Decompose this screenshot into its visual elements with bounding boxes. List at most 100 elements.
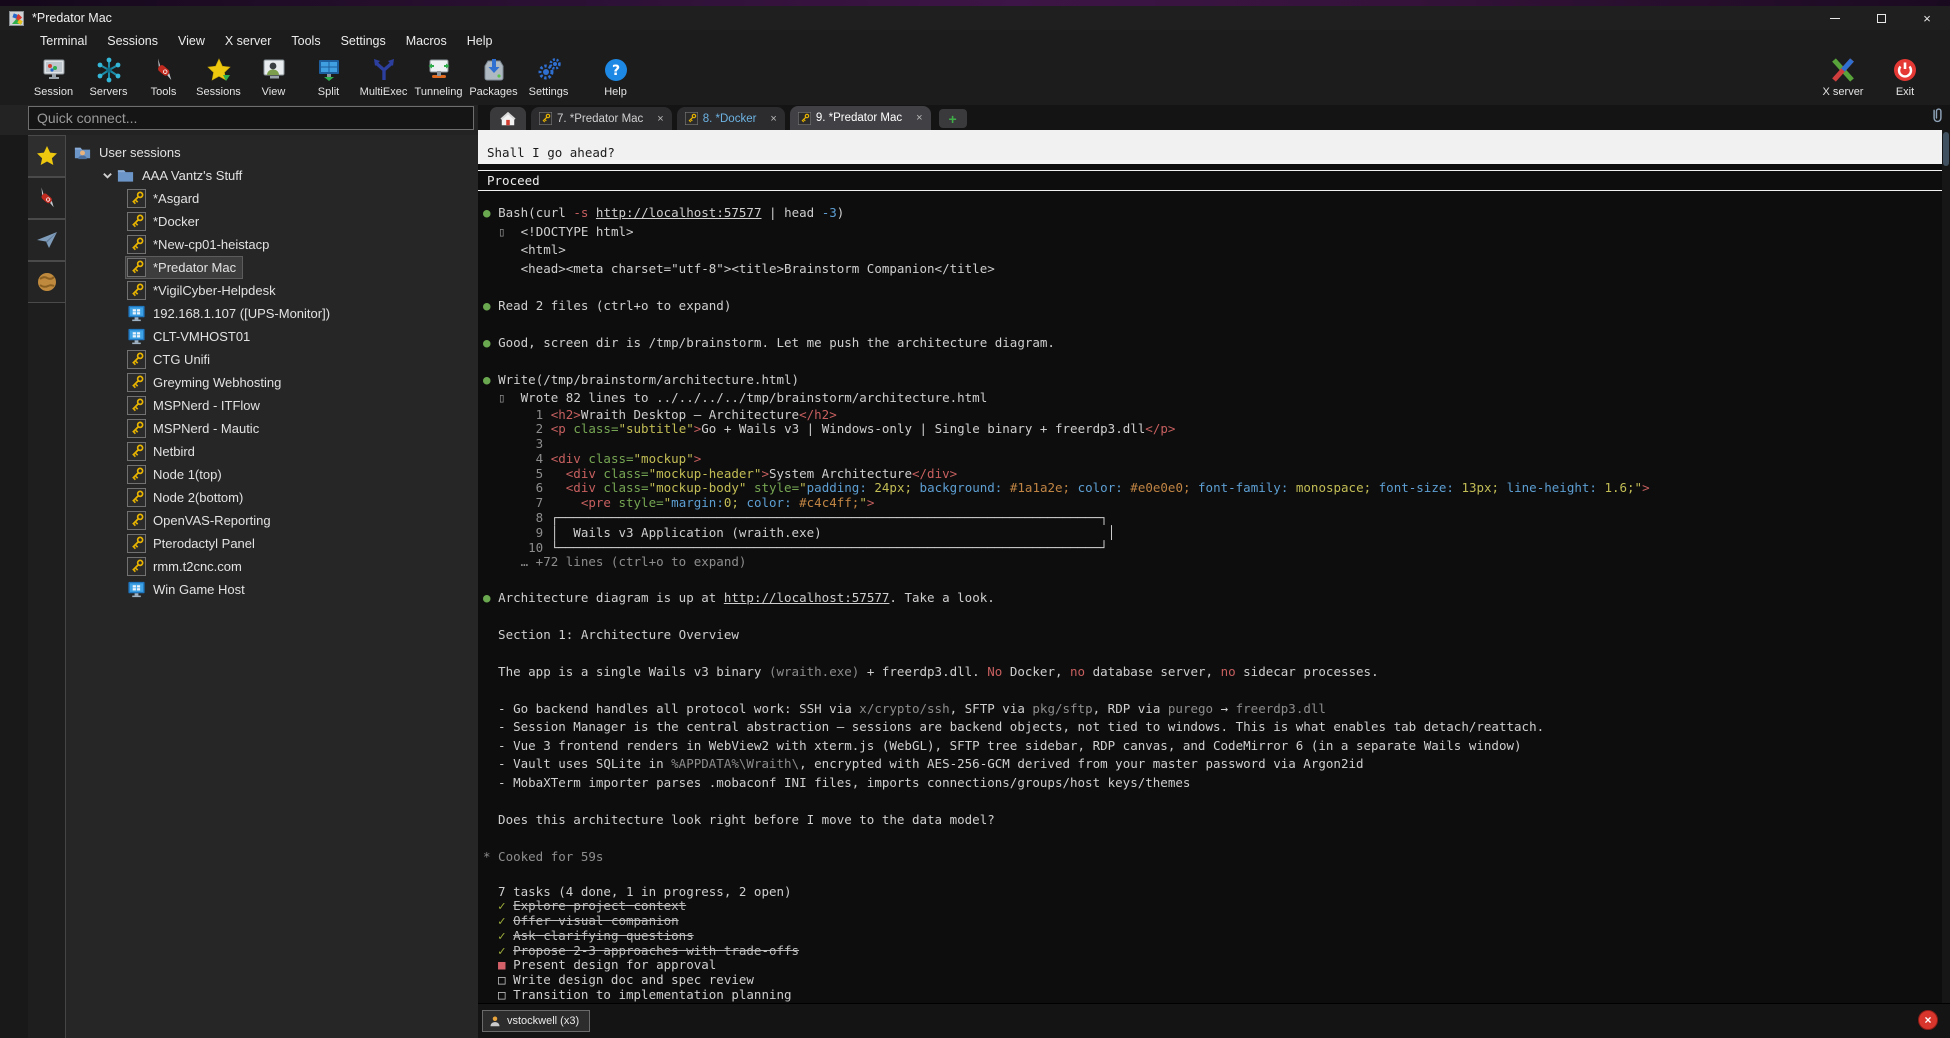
terminal-line: ● Read 2 files (ctrl+o to expand) xyxy=(483,297,1942,316)
menu-item-sessions[interactable]: Sessions xyxy=(97,32,168,50)
tab-close-icon[interactable]: × xyxy=(916,112,922,124)
menu-item-terminal[interactable]: Terminal xyxy=(30,32,97,50)
minimize-button[interactable] xyxy=(1812,6,1858,30)
settings-gears-icon xyxy=(535,56,562,83)
key-icon xyxy=(127,511,146,530)
tree-item-mspnerd-itflow[interactable]: MSPNerd - ITFlow xyxy=(66,394,478,417)
menu-item-macros[interactable]: Macros xyxy=(396,32,457,50)
tree-item-netbird[interactable]: Netbird xyxy=(66,440,478,463)
tree-item-label: *New-cp01-heistacp xyxy=(153,237,269,252)
toolbar-exit-button[interactable]: Exit xyxy=(1874,51,1936,98)
toolbar-session-button[interactable]: Session xyxy=(26,51,81,98)
home-tab[interactable] xyxy=(490,107,526,130)
toolbar-multiexec-button[interactable]: MultiExec xyxy=(356,51,411,98)
toolbar-label: Tools xyxy=(151,86,177,98)
terminal-line: ● Write(/tmp/brainstorm/architecture.htm… xyxy=(483,371,1942,390)
menu-item-settings[interactable]: Settings xyxy=(331,32,396,50)
toolbar-split-button[interactable]: Split xyxy=(301,51,356,98)
toolbar-label: Settings xyxy=(529,86,569,98)
tree-item-content: Netbird xyxy=(126,441,201,462)
toolbar-sessions-button[interactable]: Sessions xyxy=(191,51,246,98)
app-logo-icon xyxy=(9,11,24,26)
menu-item-help[interactable]: Help xyxy=(457,32,503,50)
new-tab-button[interactable]: + xyxy=(939,109,967,128)
tree-item-ctg-unifi[interactable]: CTG Unifi xyxy=(66,348,478,371)
toolbar-label: Sessions xyxy=(196,86,241,98)
rail-globe-icon[interactable] xyxy=(28,261,66,303)
toolbar-help-button[interactable]: ?Help xyxy=(588,51,643,98)
tab-close-icon[interactable]: × xyxy=(770,113,776,125)
rail-tools-knife-icon[interactable] xyxy=(28,177,66,219)
tree-item-label: 192.168.1.107 ([UPS-Monitor]) xyxy=(153,306,330,321)
user-session-tab[interactable]: vstockwell (x3) xyxy=(482,1010,590,1032)
terminal-line: 9 │ Wails v3 Application (wraith.exe) │ xyxy=(483,526,1942,541)
key-icon xyxy=(127,534,146,553)
terminal[interactable]: Shall I go ahead? Proceed ● Bash(curl -s… xyxy=(478,130,1942,1003)
toolbar-packages-button[interactable]: Packages xyxy=(466,51,521,98)
tree-item-content: MSPNerd - ITFlow xyxy=(126,395,266,416)
tree-item-new-cp01-heistacp[interactable]: *New-cp01-heistacp xyxy=(66,233,478,256)
maximize-button[interactable] xyxy=(1858,6,1904,30)
tree-item-greyming-webhosting[interactable]: Greyming Webhosting xyxy=(66,371,478,394)
tree-item-user-sessions[interactable]: User sessions xyxy=(66,141,478,164)
kill-session-button[interactable]: × xyxy=(1918,1010,1938,1030)
key-icon xyxy=(127,373,146,392)
key-icon xyxy=(127,189,146,208)
rdp-monitor-icon xyxy=(127,580,146,599)
tree-item-node-1-top[interactable]: Node 1(top) xyxy=(66,463,478,486)
terminal-line: 8 ┌─────────────────────────────────────… xyxy=(483,511,1942,526)
tab-8-docker[interactable]: 8. *Docker× xyxy=(677,107,785,130)
toolbar-tools-button[interactable]: Tools xyxy=(136,51,191,98)
toolbar-view-button[interactable]: View xyxy=(246,51,301,98)
paperclip-icon[interactable] xyxy=(1929,107,1946,129)
menu-item-x-server[interactable]: X server xyxy=(215,32,282,50)
close-button[interactable]: × xyxy=(1904,6,1950,30)
terminal-line: 5 <div class="mockup-header">System Arch… xyxy=(483,467,1942,482)
tree-item-aaa-vantz-s-stuff[interactable]: AAA Vantz's Stuff xyxy=(66,164,478,187)
terminal-line: … +72 lines (ctrl+o to expand) xyxy=(483,555,1942,570)
scrollbar-thumb[interactable] xyxy=(1943,132,1949,166)
terminal-line xyxy=(483,829,1942,848)
tree-item-predator-mac[interactable]: *Predator Mac xyxy=(66,256,478,279)
tree-item-mspnerd-mautic[interactable]: MSPNerd - Mautic xyxy=(66,417,478,440)
tab-9-predator-mac[interactable]: 9. *Predator Mac× xyxy=(790,106,931,130)
menu-item-view[interactable]: View xyxy=(168,32,215,50)
tree-item-rmm-t2cnc-com[interactable]: rmm.t2cnc.com xyxy=(66,555,478,578)
chevron-down-icon[interactable] xyxy=(99,170,115,181)
terminal-scrollbar[interactable] xyxy=(1942,130,1950,1003)
session-tree: User sessionsAAA Vantz's Stuff*Asgard*Do… xyxy=(66,135,478,1038)
xserver-icon xyxy=(1830,56,1857,83)
tree-item-content: *New-cp01-heistacp xyxy=(126,234,275,255)
rail-macros-plane-icon[interactable] xyxy=(28,219,66,261)
svg-text:?: ? xyxy=(611,63,619,79)
quick-connect-input[interactable]: Quick connect... xyxy=(28,106,474,130)
tree-item-label: *VigilCyber-Helpdesk xyxy=(153,283,276,298)
user-folder-icon xyxy=(73,143,92,162)
tab-7-predator-mac[interactable]: 7. *Predator Mac× xyxy=(531,107,672,130)
tree-item-pterodactyl-panel[interactable]: Pterodactyl Panel xyxy=(66,532,478,555)
terminal-line: ✓ Offer visual companion xyxy=(483,914,1942,929)
tree-item-content: *Asgard xyxy=(126,188,205,209)
toolbar-label: View xyxy=(262,86,286,98)
tree-item-win-game-host[interactable]: Win Game Host xyxy=(66,578,478,601)
rail-favorites-star-icon[interactable] xyxy=(28,135,66,177)
tree-item-docker[interactable]: *Docker xyxy=(66,210,478,233)
tree-item-asgard[interactable]: *Asgard xyxy=(66,187,478,210)
terminal-line: 10 └────────────────────────────────────… xyxy=(483,541,1942,556)
toolbar-x-server-button[interactable]: X server xyxy=(1812,51,1874,98)
toolbar-settings-button[interactable]: Settings xyxy=(521,51,576,98)
tree-item-node-2-bottom[interactable]: Node 2(bottom) xyxy=(66,486,478,509)
toolbar-servers-button[interactable]: Servers xyxy=(81,51,136,98)
tree-item-vigilcyber-helpdesk[interactable]: *VigilCyber-Helpdesk xyxy=(66,279,478,302)
menu-item-tools[interactable]: Tools xyxy=(281,32,330,50)
tree-item-192-168-1-107-ups-monitor[interactable]: 192.168.1.107 ([UPS-Monitor]) xyxy=(66,302,478,325)
tree-item-clt-vmhost01[interactable]: CLT-VMHOST01 xyxy=(66,325,478,348)
tab-close-icon[interactable]: × xyxy=(657,113,663,125)
proceed-option[interactable]: Proceed xyxy=(478,170,1942,191)
toolbar-tunneling-button[interactable]: Tunneling xyxy=(411,51,466,98)
tree-item-content: CTG Unifi xyxy=(126,349,216,370)
tree-item-openvas-reporting[interactable]: OpenVAS-Reporting xyxy=(66,509,478,532)
tree-item-label: Win Game Host xyxy=(153,582,245,597)
terminal-line: <html> xyxy=(483,241,1942,260)
terminal-line xyxy=(483,644,1942,663)
